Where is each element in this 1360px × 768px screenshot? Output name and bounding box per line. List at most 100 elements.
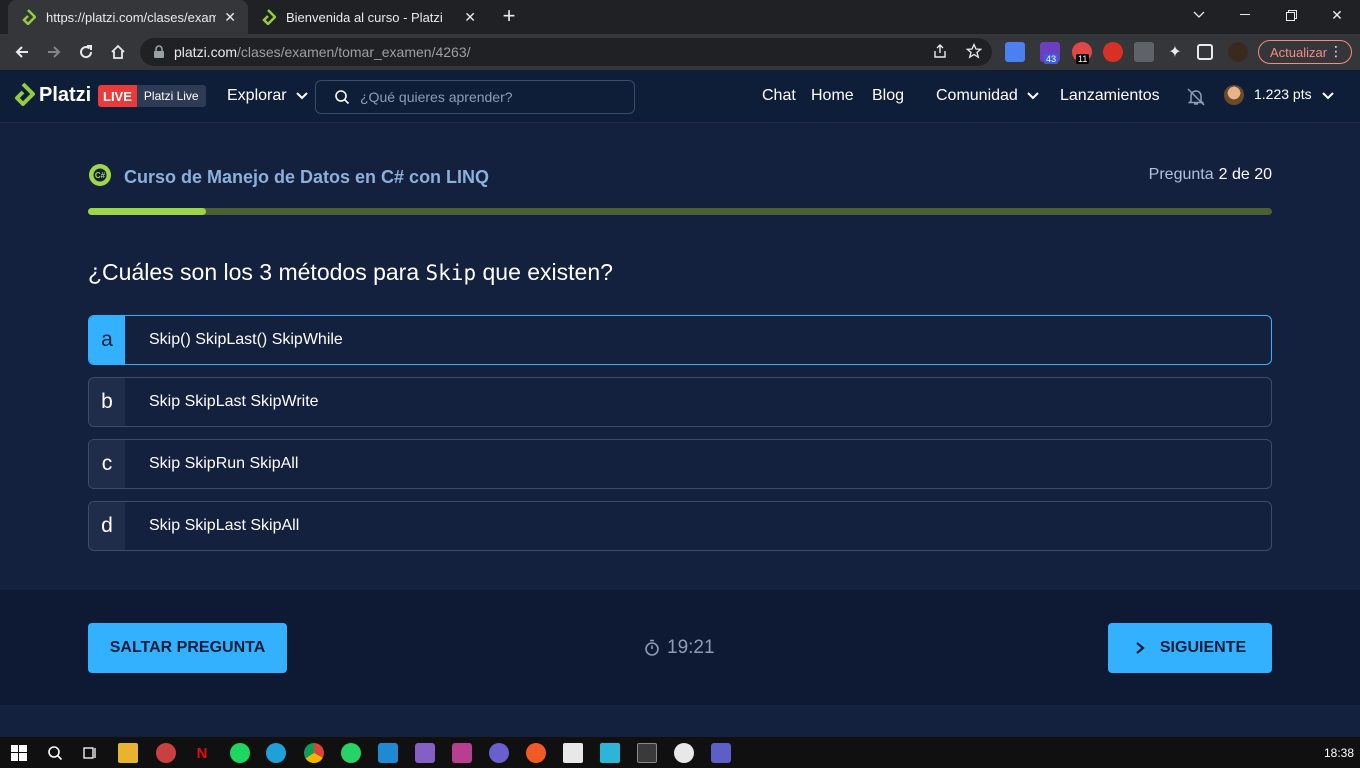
- platzi-header: Platzi LIVE Platzi Live Explorar Chat Ho…: [0, 70, 1360, 123]
- answer-option-b[interactable]: b Skip SkipLast SkipWrite: [88, 377, 1272, 427]
- translate-extension-icon[interactable]: [1005, 42, 1025, 62]
- chrome-icon[interactable]: [304, 743, 324, 763]
- vscode-icon[interactable]: [378, 743, 398, 763]
- netflix-icon[interactable]: N: [192, 743, 212, 763]
- app-icon[interactable]: [600, 743, 620, 763]
- page-bottom-area: [0, 705, 1360, 737]
- forward-icon[interactable]: [42, 40, 66, 64]
- jetbrains-icon[interactable]: [452, 743, 472, 763]
- app-icon[interactable]: [156, 743, 176, 763]
- comunidad-label: Comunidad: [936, 87, 1018, 104]
- explorar-label: Explorar: [227, 87, 287, 104]
- user-avatar[interactable]: [1224, 85, 1244, 105]
- option-text: Skip SkipRun SkipAll: [149, 455, 299, 472]
- exam-timer: 19:21: [644, 637, 715, 659]
- close-tab-icon[interactable]: ✕: [464, 9, 476, 26]
- platzi-live-badge[interactable]: LIVE Platzi Live: [98, 85, 206, 107]
- option-text: Skip SkipLast SkipAll: [149, 517, 300, 534]
- close-window-button[interactable]: ✕: [1314, 0, 1360, 30]
- extension-icon[interactable]: [1103, 42, 1123, 62]
- terminal-icon[interactable]: [637, 743, 657, 763]
- chevron-down-icon: [295, 92, 308, 100]
- extension-badge: 11: [1076, 54, 1090, 64]
- search-icon[interactable]: [45, 743, 65, 763]
- platzi-favicon-icon: [20, 9, 36, 25]
- csharp-course-badge-icon: C#: [89, 164, 111, 186]
- browser-tab-bar: https://platzi.com/clases/examen/ ✕ Bien…: [0, 0, 1360, 34]
- next-question-button[interactable]: SIGUIENTE: [1108, 623, 1272, 673]
- url-path: /clases/examen/tomar_examen/4263/: [237, 44, 471, 60]
- extension-icon[interactable]: [1134, 42, 1154, 62]
- new-tab-button[interactable]: +: [498, 5, 520, 28]
- option-text: Skip SkipLast SkipWrite: [149, 393, 319, 410]
- taskbar-clock: 18:38: [1323, 746, 1354, 760]
- bookmark-star-icon[interactable]: [966, 43, 982, 59]
- close-tab-icon[interactable]: ✕: [224, 9, 236, 26]
- option-letter: a: [89, 316, 125, 364]
- platzi-logo[interactable]: Platzi: [11, 82, 91, 108]
- whatsapp-icon[interactable]: [341, 743, 361, 763]
- answer-option-d[interactable]: d Skip SkipLast SkipAll: [88, 501, 1272, 551]
- nav-lanzamientos-link[interactable]: Lanzamientos: [1060, 87, 1160, 105]
- user-points-menu[interactable]: 1.223 pts: [1254, 86, 1335, 102]
- extension-icon[interactable]: 43: [1040, 42, 1060, 64]
- chevron-down-icon: [1321, 91, 1334, 99]
- extension-badge: 43: [1044, 54, 1059, 64]
- app-icon[interactable]: [563, 743, 583, 763]
- exam-content: C# Curso de Manejo de Datos en C# con LI…: [0, 123, 1360, 590]
- app-icon[interactable]: [674, 743, 694, 763]
- exam-footer: SALTAR PREGUNTA 19:21 SIGUIENTE: [0, 590, 1360, 705]
- extensions-puzzle-icon[interactable]: ✦: [1165, 42, 1185, 62]
- answer-option-c[interactable]: c Skip SkipRun SkipAll: [88, 439, 1272, 489]
- app-icon[interactable]: [526, 743, 546, 763]
- nav-chat-link[interactable]: Chat: [762, 87, 796, 105]
- extension-icon[interactable]: 11: [1072, 42, 1092, 64]
- stopwatch-icon: [645, 639, 659, 656]
- minimize-button[interactable]: [1222, 0, 1268, 30]
- profile-avatar-icon[interactable]: [1228, 42, 1248, 62]
- restore-button[interactable]: [1268, 0, 1314, 30]
- skip-question-button[interactable]: SALTAR PREGUNTA: [88, 623, 287, 673]
- answer-option-a[interactable]: a Skip() SkipLast() SkipWhile: [88, 315, 1272, 365]
- address-bar[interactable]: platzi.com /clases/examen/tomar_examen/4…: [140, 38, 992, 66]
- reload-icon[interactable]: [74, 40, 98, 64]
- app-icon[interactable]: [489, 743, 509, 763]
- teams-icon[interactable]: [711, 743, 731, 763]
- platzi-live-label: Platzi Live: [136, 85, 206, 107]
- search-box: [315, 80, 635, 114]
- home-icon[interactable]: [106, 40, 130, 64]
- spotify-icon[interactable]: [230, 743, 250, 763]
- windows-start-icon[interactable]: [9, 743, 29, 763]
- visual-studio-icon[interactable]: [415, 743, 435, 763]
- next-label: SIGUIENTE: [1159, 639, 1247, 656]
- more-menu-icon[interactable]: ⋮: [1329, 44, 1343, 58]
- points-label: 1.223 pts: [1254, 86, 1312, 102]
- exam-progress-fill: [88, 208, 207, 215]
- platzi-favicon-icon: [260, 9, 276, 25]
- notifications-bell-off-icon[interactable]: [1186, 87, 1206, 112]
- tab-search-icon[interactable]: [1176, 0, 1222, 30]
- option-letter: c: [89, 440, 125, 488]
- live-label: LIVE: [98, 85, 137, 107]
- file-explorer-icon[interactable]: [118, 743, 138, 763]
- edge-icon[interactable]: [266, 743, 286, 763]
- nav-home-link[interactable]: Home: [811, 87, 854, 105]
- back-icon[interactable]: [10, 40, 34, 64]
- nav-blog-link[interactable]: Blog: [872, 87, 904, 105]
- update-label: Actualizar: [1270, 44, 1328, 60]
- course-title: Curso de Manejo de Datos en C# con LINQ: [124, 167, 490, 187]
- task-view-icon[interactable]: [80, 743, 100, 763]
- side-panel-icon[interactable]: [1197, 44, 1213, 60]
- svg-text:C#: C#: [95, 171, 106, 180]
- lock-icon: [154, 45, 164, 58]
- logo-text: Platzi: [39, 83, 92, 106]
- explorar-menu[interactable]: Explorar: [227, 87, 309, 105]
- question-code: Skip: [425, 261, 477, 285]
- share-icon[interactable]: [932, 43, 948, 59]
- search-input[interactable]: [360, 89, 620, 105]
- update-browser-button[interactable]: Actualizar ⋮: [1258, 40, 1352, 64]
- comunidad-menu[interactable]: Comunidad: [936, 87, 1040, 105]
- browser-tab-exam[interactable]: https://platzi.com/clases/examen/ ✕: [8, 0, 248, 34]
- browser-tab-welcome[interactable]: Bienvenida al curso - Platzi ✕: [248, 0, 488, 34]
- question-prefix: ¿Cuáles son los 3 métodos para: [88, 259, 426, 285]
